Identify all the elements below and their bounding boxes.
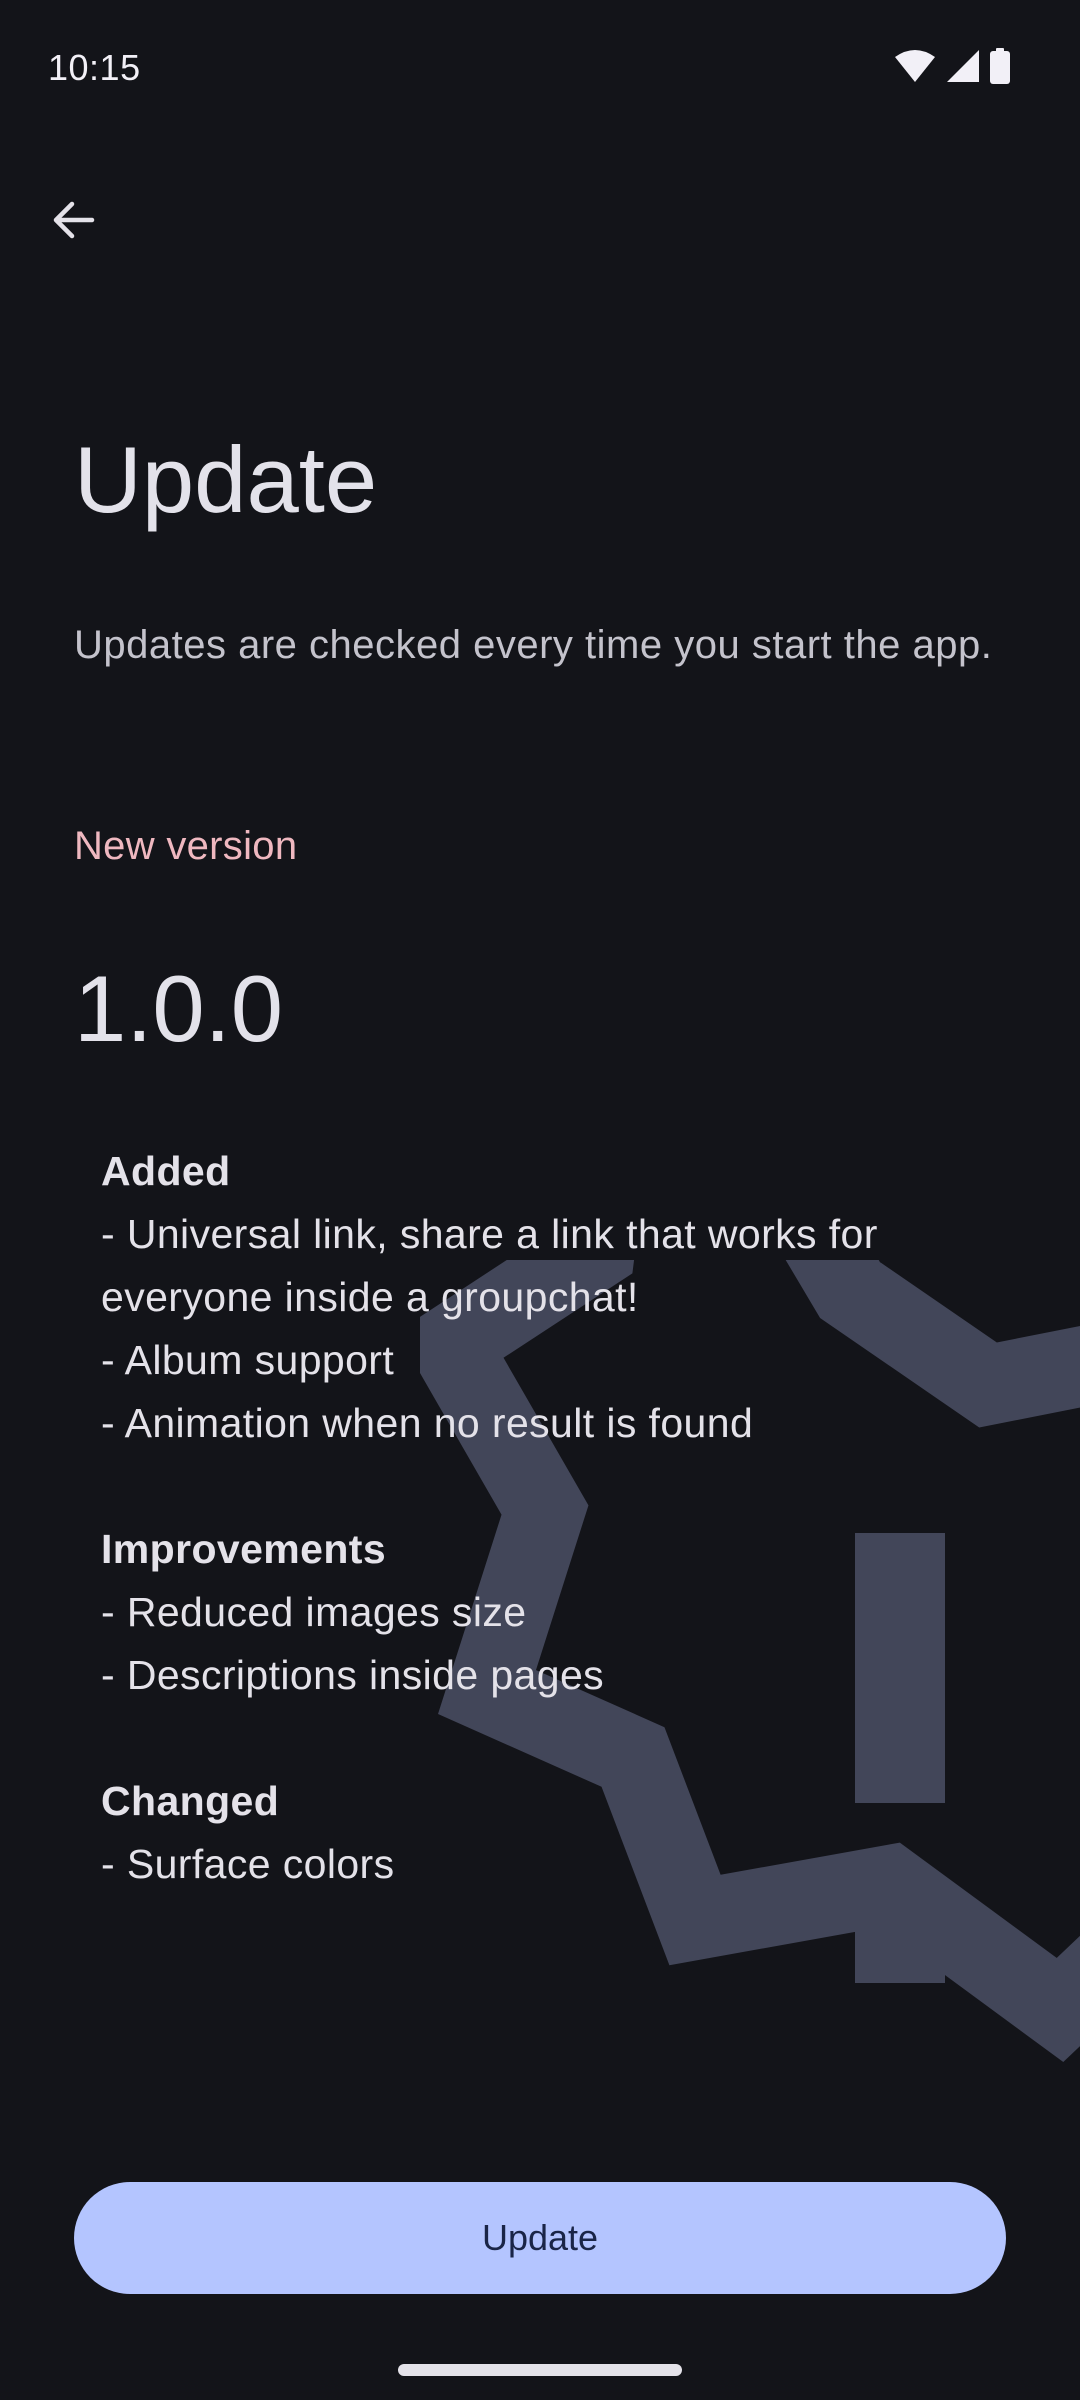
version-number: 1.0.0 [74, 956, 284, 1061]
changelog-heading: Added [101, 1148, 231, 1194]
changelog-item: - Album support [101, 1337, 395, 1383]
changelog-item: - Universal link, share a link that work… [101, 1211, 878, 1320]
changelog-section-added: Added - Universal link, share a link tha… [101, 1140, 1061, 1455]
back-button[interactable] [34, 180, 114, 260]
new-version-label: New version [74, 824, 298, 868]
signal-icon [946, 49, 980, 88]
changelog-item: - Descriptions inside pages [101, 1652, 605, 1698]
update-button[interactable]: Update [74, 2182, 1006, 2294]
changelog-item: - Reduced images size [101, 1589, 527, 1635]
page-description: Updates are checked every time you start… [74, 623, 993, 667]
status-icons [894, 47, 1010, 89]
changelog-section-improvements: Improvements - Reduced images size - Des… [101, 1518, 1061, 1707]
status-time: 10:15 [48, 47, 141, 88]
changelog-item: - Animation when no result is found [101, 1400, 754, 1446]
changelog-item: - Surface colors [101, 1841, 395, 1887]
battery-icon [990, 47, 1010, 89]
changelog: Added - Universal link, share a link tha… [101, 1140, 1061, 1959]
changelog-heading: Improvements [101, 1526, 387, 1572]
status-bar: 10:15 [0, 0, 1080, 130]
home-indicator[interactable] [398, 2364, 682, 2376]
changelog-section-changed: Changed - Surface colors [101, 1770, 1061, 1896]
page-title: Update [74, 427, 378, 532]
changelog-heading: Changed [101, 1778, 280, 1824]
wifi-icon [894, 49, 936, 88]
arrow-left-icon [53, 201, 95, 239]
